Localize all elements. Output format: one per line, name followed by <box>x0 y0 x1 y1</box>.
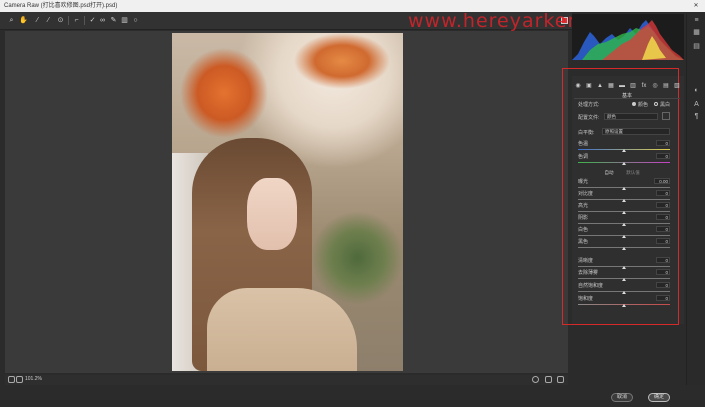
highlights-thumb[interactable] <box>622 211 626 214</box>
exposure-value[interactable]: 0.00 <box>654 178 670 184</box>
tint-label: 色调 <box>578 154 589 160</box>
contrast-label: 对比度 <box>578 191 594 197</box>
blacks-value[interactable]: 0 <box>656 238 670 244</box>
clarity-value[interactable]: 0 <box>656 257 670 263</box>
shadows-value[interactable]: 0 <box>656 214 670 220</box>
vibrance-value[interactable]: 0 <box>656 282 670 288</box>
dehaze-thumb[interactable] <box>622 278 626 281</box>
color-sampler-icon[interactable]: ⁄ <box>44 16 53 25</box>
color-option-label: 颜色 <box>638 102 649 108</box>
blacks-label: 黑色 <box>578 239 589 245</box>
dehaze-label: 去除薄雾 <box>578 270 599 276</box>
hand-tool-icon[interactable]: ✋ <box>19 16 28 25</box>
saturation-value[interactable]: 0 <box>656 295 670 301</box>
tint-value[interactable]: 0 <box>656 153 670 159</box>
saturation-thumb[interactable] <box>622 304 626 307</box>
layers-icon[interactable]: ▤ <box>692 42 701 51</box>
shadows-thumb[interactable] <box>622 223 626 226</box>
spot-removal-icon[interactable]: ✓ <box>88 16 97 25</box>
contrast-value[interactable]: 0 <box>656 190 670 196</box>
profile-dropdown[interactable]: 颜色 <box>604 113 658 120</box>
red-eye-icon[interactable]: ∞ <box>98 16 107 25</box>
text-icon[interactable]: A <box>692 100 701 109</box>
graduated-filter-icon[interactable]: ▥ <box>120 16 129 25</box>
clarity-label: 清晰度 <box>578 258 594 264</box>
right-icon-strip: ≡ ▦ ▤ ◐ A ¶ <box>686 14 705 385</box>
photo-leaves <box>282 33 402 103</box>
zoom-tool-icon[interactable]: ⌕ <box>7 16 16 25</box>
whites-label: 白色 <box>578 227 589 233</box>
zoom-level[interactable]: 101.2% <box>25 376 42 382</box>
toolbar-separator <box>84 16 85 25</box>
ok-button[interactable]: 确定 <box>648 393 670 402</box>
split-toning-tab-icon[interactable]: ▬ <box>618 82 626 90</box>
profile-browser-icon[interactable] <box>662 112 670 120</box>
basic-tab-icon[interactable]: ◉ <box>574 82 582 90</box>
close-icon[interactable]: ✕ <box>691 0 701 12</box>
bw-option-label: 黑白 <box>660 102 671 108</box>
contrast-thumb[interactable] <box>622 199 626 202</box>
tint-thumb[interactable] <box>622 162 626 165</box>
hsl-tab-icon[interactable]: ▦ <box>607 82 615 90</box>
adjustment-brush-icon[interactable]: ✎ <box>109 16 118 25</box>
presets-tab-icon[interactable]: ▤ <box>662 82 670 90</box>
temp-thumb[interactable] <box>622 149 626 152</box>
paragraph-icon[interactable]: ¶ <box>692 112 701 121</box>
photo-preview <box>172 33 403 371</box>
menu-icon[interactable]: ≡ <box>692 16 701 25</box>
blacks-thumb[interactable] <box>622 247 626 250</box>
temp-value[interactable]: 0 <box>656 140 670 146</box>
photo-face <box>247 178 297 250</box>
highlights-label: 高光 <box>578 203 589 209</box>
highlights-value[interactable]: 0 <box>656 202 670 208</box>
exposure-thumb[interactable] <box>622 187 626 190</box>
view-icon[interactable] <box>16 376 23 383</box>
compare-icon[interactable] <box>532 376 539 383</box>
wb-dropdown[interactable]: 原照设置 <box>602 128 670 135</box>
cancel-button[interactable]: 取消 <box>611 393 633 402</box>
photo-coat <box>207 288 357 371</box>
effects-tab-icon[interactable]: fx <box>640 82 648 90</box>
adjust-icon[interactable]: ◐ <box>692 86 701 95</box>
radial-filter-icon[interactable]: ○ <box>131 16 140 25</box>
detail-tab-icon[interactable]: ▲ <box>596 82 604 90</box>
default-button[interactable]: 默认值 <box>626 170 640 176</box>
bw-radio[interactable] <box>654 102 658 106</box>
settings-icon[interactable] <box>557 376 564 383</box>
wb-label: 白平衡: <box>578 130 595 136</box>
whites-thumb[interactable] <box>622 235 626 238</box>
profile-label: 配置文件: <box>578 115 600 121</box>
crop-tool-icon[interactable]: ⌐ <box>72 16 81 25</box>
targeted-adjustment-icon[interactable]: ⊙ <box>56 16 65 25</box>
toolbar-separator <box>68 16 69 25</box>
window-title: Camera Raw (打比喜欢修图.psd打开).psd) <box>4 3 118 9</box>
snapshots-tab-icon[interactable]: ▧ <box>673 82 681 90</box>
histogram-graph <box>572 20 684 60</box>
shadows-label: 阴影 <box>578 215 589 221</box>
color-radio[interactable] <box>632 102 636 106</box>
treatment-label: 处理方式: <box>578 102 600 108</box>
grid-icon[interactable]: ▦ <box>692 28 701 37</box>
status-bar: 101.2% <box>5 375 568 385</box>
view-icon[interactable] <box>8 376 15 383</box>
temp-label: 色温 <box>578 141 589 147</box>
tone-curve-tab-icon[interactable]: ▣ <box>585 82 593 90</box>
vibrance-thumb[interactable] <box>622 291 626 294</box>
clarity-thumb[interactable] <box>622 266 626 269</box>
lens-tab-icon[interactable]: ▥ <box>629 82 637 90</box>
whites-value[interactable]: 0 <box>656 226 670 232</box>
panel-title: 基本 <box>574 92 680 99</box>
calibration-tab-icon[interactable]: ◎ <box>651 82 659 90</box>
saturation-label: 饱和度 <box>578 296 594 302</box>
vibrance-label: 自然饱和度 <box>578 283 604 289</box>
histogram <box>572 14 684 60</box>
before-after-icon[interactable] <box>545 376 552 383</box>
auto-button[interactable]: 自动 <box>602 170 616 176</box>
panel-tabs: ◉ ▣ ▲ ▦ ▬ ▥ fx ◎ ▤ ▧ <box>574 82 682 92</box>
dehaze-value[interactable]: 0 <box>656 269 670 275</box>
footer-bar <box>0 385 705 407</box>
white-balance-tool-icon[interactable]: ⁄ <box>33 16 42 25</box>
exposure-label: 曝光 <box>578 179 589 185</box>
